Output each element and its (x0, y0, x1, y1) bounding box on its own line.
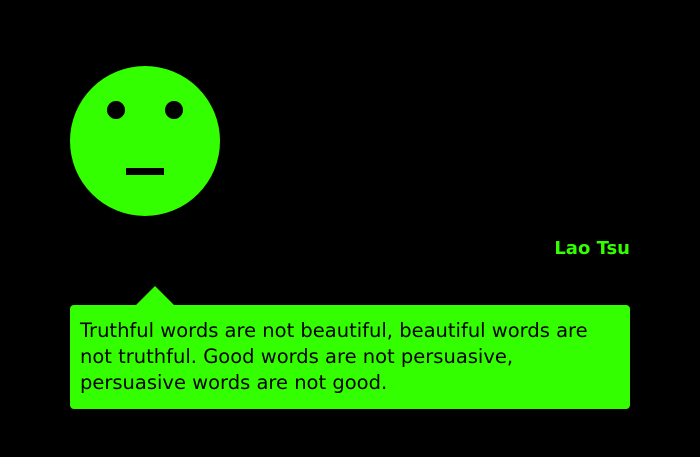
right-eye (165, 101, 183, 119)
speech-bubble-pointer (136, 286, 174, 305)
face-circle (70, 66, 220, 216)
quote-author: Lao Tsu (554, 238, 630, 259)
neutral-face-icon (70, 66, 220, 216)
mouth (126, 168, 164, 175)
speech-bubble: Truthful words are not beautiful, beauti… (70, 305, 630, 409)
quote-text: Truthful words are not beautiful, beauti… (80, 319, 588, 394)
left-eye (107, 101, 125, 119)
